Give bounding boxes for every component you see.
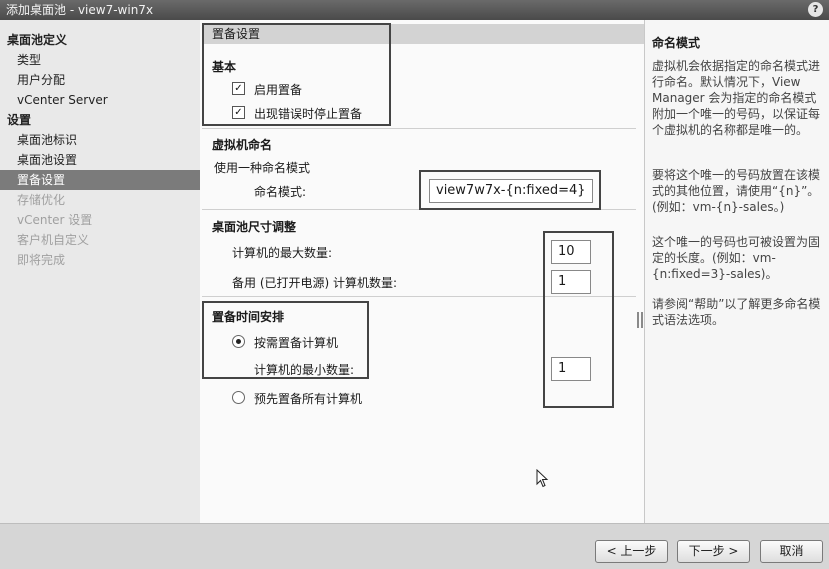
help-paragraph: 虚拟机会依据指定的命名模式进行命名。默认情况下，View Manager 会为指… bbox=[652, 59, 821, 137]
nav-section-settings: 设置 bbox=[7, 113, 32, 127]
main-panel: 置备设置 基本 ✓ 启用置备 ✓ 出现错误时停止置备 虚拟机命名 使用一种命名模… bbox=[200, 20, 644, 523]
wizard-nav: 桌面池定义 类型 用户分配 vCenter Server 设置 桌面池标识 桌面… bbox=[0, 20, 200, 523]
divider bbox=[202, 209, 636, 210]
provision-all-upfront-label: 预先置备所有计算机 bbox=[254, 392, 363, 406]
help-paragraph: 这个唯一的号码也可被设置为固定的长度。(例如：vm-{n:fixed=3}-sa… bbox=[652, 235, 821, 281]
nav-item-user-assignment[interactable]: 用户分配 bbox=[0, 70, 200, 90]
pool-sizing-heading: 桌面池尺寸调整 bbox=[212, 220, 297, 234]
nav-item-vcenter-settings: vCenter 设置 bbox=[17, 213, 93, 227]
divider bbox=[202, 296, 636, 297]
max-machines-input[interactable]: 10 bbox=[551, 240, 591, 264]
basic-heading: 基本 bbox=[212, 60, 237, 74]
provisioning-timing-heading: 置备时间安排 bbox=[212, 310, 285, 324]
help-title: 命名模式 bbox=[652, 36, 701, 50]
nav-item-provisioning-settings[interactable]: 置备设置 bbox=[0, 170, 200, 190]
nav-section-pool-definition: 桌面池定义 bbox=[7, 33, 68, 47]
help-icon[interactable]: ? bbox=[808, 2, 823, 17]
naming-pattern-label: 命名模式: bbox=[254, 185, 307, 199]
naming-pattern-input[interactable]: view7w7x-{n:fixed=4} bbox=[429, 179, 593, 203]
spare-machines-label: 备用 (已打开电源) 计算机数量: bbox=[232, 276, 398, 290]
stop-on-error-checkbox[interactable]: ✓ bbox=[232, 106, 245, 119]
nav-item-storage-optimization: 存储优化 bbox=[17, 193, 66, 207]
help-paragraph: 要将这个唯一的号码放置在该模式的其他位置，请使用“{n}”。(例如：vm-{n}… bbox=[652, 168, 821, 214]
naming-method-label: 使用一种命名模式 bbox=[214, 161, 311, 175]
window-title: 添加桌面池 - view7-win7x bbox=[6, 3, 154, 17]
divider bbox=[202, 128, 636, 129]
min-machines-label: 计算机的最小数量: bbox=[254, 363, 355, 377]
provision-on-demand-radio[interactable] bbox=[232, 335, 245, 348]
nav-item-pool-identification[interactable]: 桌面池标识 bbox=[0, 130, 200, 150]
wizard-footer: < 上一步 下一步 > 取消 bbox=[0, 523, 829, 569]
back-button[interactable]: < 上一步 bbox=[595, 540, 668, 563]
min-machines-input[interactable]: 1 bbox=[551, 357, 591, 381]
next-button[interactable]: 下一步 > bbox=[677, 540, 750, 563]
window-titlebar: 添加桌面池 - view7-win7x ? bbox=[0, 0, 829, 20]
nav-item-guest-customization: 客户机自定义 bbox=[17, 233, 90, 247]
enable-provisioning-label: 启用置备 bbox=[254, 83, 303, 97]
enable-provisioning-checkbox[interactable]: ✓ bbox=[232, 82, 245, 95]
nav-item-type[interactable]: 类型 bbox=[0, 50, 200, 70]
vm-naming-heading: 虚拟机命名 bbox=[212, 138, 273, 152]
nav-item-ready-to-complete: 即将完成 bbox=[17, 253, 66, 267]
nav-item-pool-settings[interactable]: 桌面池设置 bbox=[0, 150, 200, 170]
provision-on-demand-label: 按需置备计算机 bbox=[254, 336, 339, 350]
stop-on-error-label: 出现错误时停止置备 bbox=[254, 107, 363, 121]
spare-machines-input[interactable]: 1 bbox=[551, 270, 591, 294]
nav-item-vcenter-server[interactable]: vCenter Server bbox=[0, 90, 200, 110]
help-paragraph: 请参阅“帮助”以了解更多命名模式语法选项。 bbox=[652, 297, 821, 327]
max-machines-label: 计算机的最大数量: bbox=[232, 246, 333, 260]
mouse-cursor-icon bbox=[536, 469, 549, 488]
provision-all-upfront-radio[interactable] bbox=[232, 391, 245, 404]
section-header: 置备设置 bbox=[202, 24, 644, 44]
cancel-button[interactable]: 取消 bbox=[760, 540, 823, 563]
panel-splitter-handle[interactable] bbox=[637, 312, 643, 328]
